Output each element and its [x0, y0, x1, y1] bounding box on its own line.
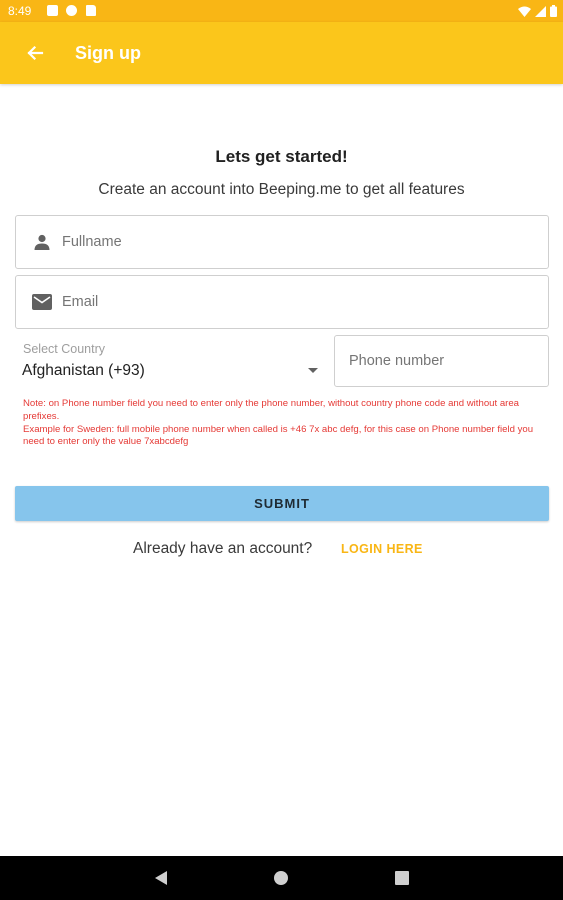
country-label: Select Country [23, 342, 105, 356]
login-here-link[interactable]: LOGIN HERE [341, 542, 423, 556]
back-triangle-icon[interactable] [154, 870, 168, 886]
arrow-left-icon [27, 45, 44, 61]
app-bar: Sign up [0, 22, 563, 84]
battery-icon [550, 5, 557, 17]
phone-input[interactable] [349, 353, 539, 369]
page-title: Sign up [75, 43, 141, 63]
signal-icon [535, 5, 546, 17]
email-input[interactable] [62, 294, 502, 310]
country-value: Afghanistan (+93) [22, 362, 145, 379]
phone-note-text: Note: on Phone number field you need to … [23, 398, 520, 422]
system-icons [518, 4, 557, 18]
phone-note: Note: on Phone number field you need to … [23, 398, 543, 449]
dropdown-caret-icon [308, 368, 318, 373]
phone-field[interactable] [334, 335, 549, 387]
recents-square-icon[interactable] [395, 871, 409, 885]
country-select[interactable]: Afghanistan (+93) [22, 360, 324, 382]
email-icon [32, 292, 52, 312]
email-field[interactable] [15, 275, 549, 329]
navigation-bar [0, 856, 563, 900]
welcome-heading: Lets get started! [215, 147, 348, 166]
back-button[interactable] [20, 38, 50, 68]
submit-button[interactable]: SUBMIT [15, 486, 549, 521]
status-bar: 8:49 [0, 0, 563, 22]
wifi-icon [518, 6, 531, 17]
welcome-subtitle: Create an account into Beeping.me to get… [98, 181, 465, 198]
notification-square-icon [47, 5, 58, 16]
sd-card-icon [86, 5, 96, 16]
notification-p-icon [66, 5, 77, 16]
already-account-text: Already have an account? [133, 540, 313, 557]
fullname-field[interactable] [15, 215, 549, 269]
home-circle-icon[interactable] [273, 870, 289, 886]
person-icon [32, 232, 52, 252]
fullname-input[interactable] [62, 234, 502, 250]
status-time: 8:49 [8, 4, 32, 18]
phone-example-text: Example for Sweden: full mobile phone nu… [23, 423, 534, 448]
